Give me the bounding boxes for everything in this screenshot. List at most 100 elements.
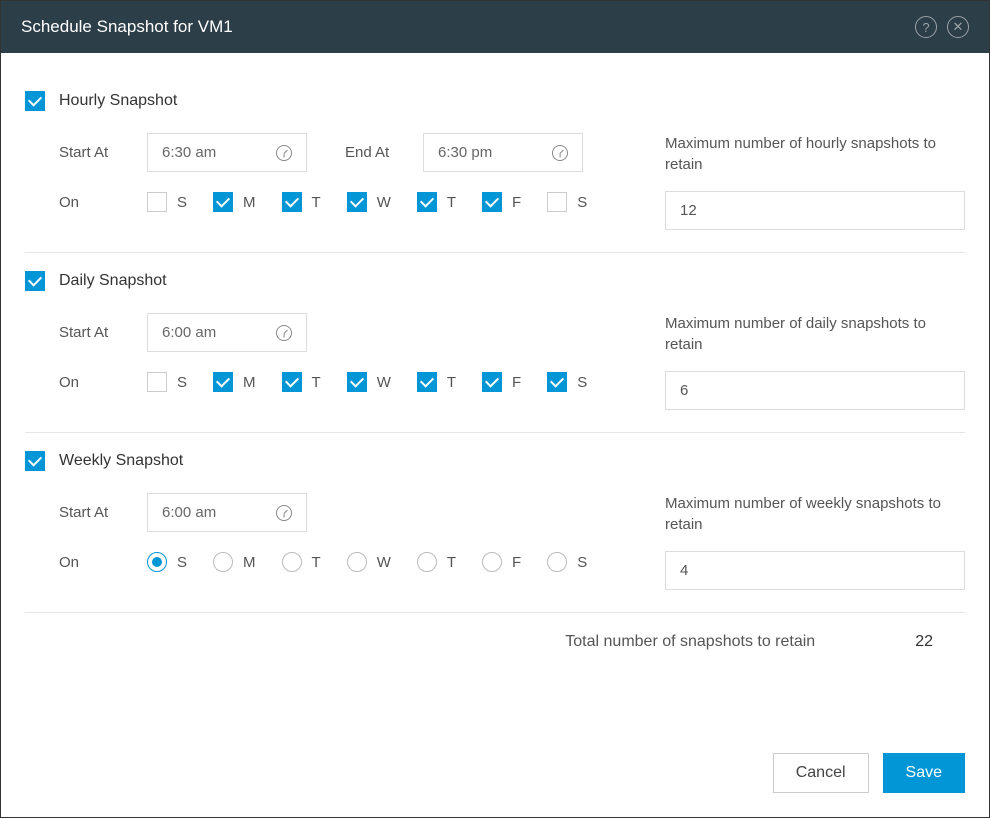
- day-checkbox[interactable]: [547, 372, 567, 392]
- cancel-button[interactable]: Cancel: [773, 753, 869, 793]
- day-label: F: [512, 374, 521, 391]
- hourly-section: Hourly Snapshot Start At 6:30 am End At …: [25, 73, 965, 253]
- total-value: 22: [915, 633, 933, 651]
- day-option[interactable]: S: [147, 192, 187, 212]
- save-button[interactable]: Save: [883, 753, 965, 793]
- day-label: M: [243, 374, 256, 391]
- day-option[interactable]: F: [482, 372, 521, 392]
- schedule-snapshot-dialog: Schedule Snapshot for VM1 ? ✕ Hourly Sna…: [0, 0, 990, 818]
- start-at-label: Start At: [59, 144, 129, 161]
- day-label: M: [243, 554, 256, 571]
- day-label: S: [177, 194, 187, 211]
- day-label: W: [377, 554, 391, 571]
- day-option[interactable]: F: [482, 552, 521, 572]
- day-checkbox[interactable]: [482, 192, 502, 212]
- day-option[interactable]: T: [417, 552, 456, 572]
- day-label: T: [447, 374, 456, 391]
- hourly-end-time[interactable]: 6:30 pm: [423, 133, 583, 172]
- daily-start-time[interactable]: 6:00 am: [147, 313, 307, 352]
- weekly-enable-checkbox[interactable]: [25, 451, 45, 471]
- day-checkbox[interactable]: [213, 192, 233, 212]
- clock-icon: [552, 145, 568, 161]
- daily-retain-label: Maximum number of daily snapshots to ret…: [665, 313, 965, 355]
- day-label: S: [577, 374, 587, 391]
- day-option[interactable]: S: [147, 552, 187, 572]
- day-checkbox[interactable]: [417, 192, 437, 212]
- total-label: Total number of snapshots to retain: [565, 633, 815, 651]
- hourly-title: Hourly Snapshot: [59, 92, 177, 110]
- weekly-start-time[interactable]: 6:00 am: [147, 493, 307, 532]
- day-option[interactable]: W: [347, 192, 391, 212]
- daily-retain-input[interactable]: [665, 371, 965, 410]
- day-option[interactable]: S: [147, 372, 187, 392]
- hourly-enable-checkbox[interactable]: [25, 91, 45, 111]
- day-label: S: [177, 554, 187, 571]
- hourly-start-time-value: 6:30 am: [162, 144, 216, 161]
- help-icon[interactable]: ?: [915, 16, 937, 38]
- weekly-retain-input[interactable]: [665, 551, 965, 590]
- start-at-label: Start At: [59, 504, 129, 521]
- daily-enable-checkbox[interactable]: [25, 271, 45, 291]
- on-label: On: [59, 554, 129, 571]
- day-label: S: [577, 194, 587, 211]
- clock-icon: [276, 145, 292, 161]
- day-radio[interactable]: [417, 552, 437, 572]
- day-label: T: [447, 194, 456, 211]
- daily-title: Daily Snapshot: [59, 272, 167, 290]
- day-checkbox[interactable]: [282, 192, 302, 212]
- start-at-label: Start At: [59, 324, 129, 341]
- weekly-title: Weekly Snapshot: [59, 452, 183, 470]
- day-option[interactable]: T: [282, 552, 321, 572]
- hourly-days: SMTWTFS: [147, 192, 605, 212]
- day-radio[interactable]: [482, 552, 502, 572]
- day-option[interactable]: S: [547, 192, 587, 212]
- day-checkbox[interactable]: [547, 192, 567, 212]
- day-option[interactable]: F: [482, 192, 521, 212]
- day-label: M: [243, 194, 256, 211]
- dialog-title: Schedule Snapshot for VM1: [21, 17, 233, 37]
- close-icon[interactable]: ✕: [947, 16, 969, 38]
- day-label: W: [377, 194, 391, 211]
- day-checkbox[interactable]: [347, 372, 367, 392]
- day-option[interactable]: W: [347, 372, 391, 392]
- hourly-retain-input[interactable]: [665, 191, 965, 230]
- day-label: W: [377, 374, 391, 391]
- dialog-content: Hourly Snapshot Start At 6:30 am End At …: [1, 53, 989, 733]
- titlebar: Schedule Snapshot for VM1 ? ✕: [1, 1, 989, 53]
- day-option[interactable]: T: [417, 372, 456, 392]
- day-checkbox[interactable]: [282, 372, 302, 392]
- day-checkbox[interactable]: [347, 192, 367, 212]
- day-radio[interactable]: [282, 552, 302, 572]
- weekly-section: Weekly Snapshot Start At 6:00 am On S M T W…: [25, 433, 965, 613]
- weekly-days: SMTWTFS: [147, 552, 605, 572]
- hourly-start-time[interactable]: 6:30 am: [147, 133, 307, 172]
- day-radio[interactable]: [347, 552, 367, 572]
- day-option[interactable]: W: [347, 552, 391, 572]
- day-option[interactable]: T: [282, 192, 321, 212]
- day-checkbox[interactable]: [147, 192, 167, 212]
- day-radio[interactable]: [547, 552, 567, 572]
- day-label: T: [447, 554, 456, 571]
- hourly-end-time-value: 6:30 pm: [438, 144, 492, 161]
- day-option[interactable]: T: [282, 372, 321, 392]
- day-option[interactable]: T: [417, 192, 456, 212]
- day-checkbox[interactable]: [213, 372, 233, 392]
- day-label: F: [512, 554, 521, 571]
- daily-section: Daily Snapshot Start At 6:00 am On SMTWT…: [25, 253, 965, 433]
- day-radio[interactable]: [213, 552, 233, 572]
- day-option[interactable]: M: [213, 192, 256, 212]
- day-option[interactable]: M: [213, 552, 256, 572]
- day-checkbox[interactable]: [482, 372, 502, 392]
- on-label: On: [59, 194, 129, 211]
- weekly-retain-label: Maximum number of weekly snapshots to re…: [665, 493, 965, 535]
- day-checkbox[interactable]: [417, 372, 437, 392]
- titlebar-actions: ? ✕: [915, 16, 969, 38]
- day-radio[interactable]: [147, 552, 167, 572]
- day-option[interactable]: S: [547, 552, 587, 572]
- day-label: S: [177, 374, 187, 391]
- day-option[interactable]: S: [547, 372, 587, 392]
- total-row: Total number of snapshots to retain 22: [25, 613, 965, 659]
- day-option[interactable]: M: [213, 372, 256, 392]
- hourly-retain-label: Maximum number of hourly snapshots to re…: [665, 133, 965, 175]
- day-checkbox[interactable]: [147, 372, 167, 392]
